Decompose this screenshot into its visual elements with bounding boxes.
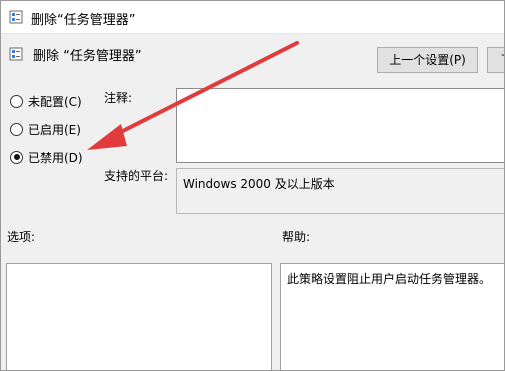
radio-label: 已禁用(D) [28,150,83,165]
radio-button-selected[interactable] [10,150,23,164]
help-panel[interactable]: 此策略设置阻止用户启动任务管理器。 [280,263,504,370]
radio-button[interactable] [10,94,23,108]
comment-textarea[interactable] [176,88,504,163]
previous-setting-button[interactable]: 上一个设置(P) [377,47,478,73]
supported-platform-value: Windows 2000 及以上版本 [183,177,335,191]
radio-button[interactable] [10,122,23,136]
policy-dialog: 删除“任务管理器” 删除 “任务管理器” 上一个设置(P) 下 未配置(C) 已… [0,0,505,371]
help-text: 此策略设置阻止用户启动任务管理器。 [287,272,492,286]
supported-platform-field: Windows 2000 及以上版本 [176,168,504,214]
window-title: 删除“任务管理器” [31,13,136,28]
radio-not-configured[interactable]: 未配置(C) [10,92,82,110]
policy-setting-icon [9,47,23,61]
title-bar: 删除“任务管理器” [1,1,504,34]
comment-label: 注释: [104,91,133,105]
policy-setting-icon [9,10,23,24]
policy-name-heading: 删除 “任务管理器” [33,49,142,64]
options-label: 选项: [7,230,36,244]
supported-platform-label: 支持的平台: [104,169,169,183]
options-panel [6,263,272,370]
radio-label: 已启用(E) [28,122,81,137]
next-setting-button[interactable]: 下 [487,47,504,73]
radio-enabled[interactable]: 已启用(E) [10,120,81,138]
radio-disabled[interactable]: 已禁用(D) [10,148,83,166]
radio-label: 未配置(C) [28,94,82,109]
help-label: 帮助: [282,230,311,244]
